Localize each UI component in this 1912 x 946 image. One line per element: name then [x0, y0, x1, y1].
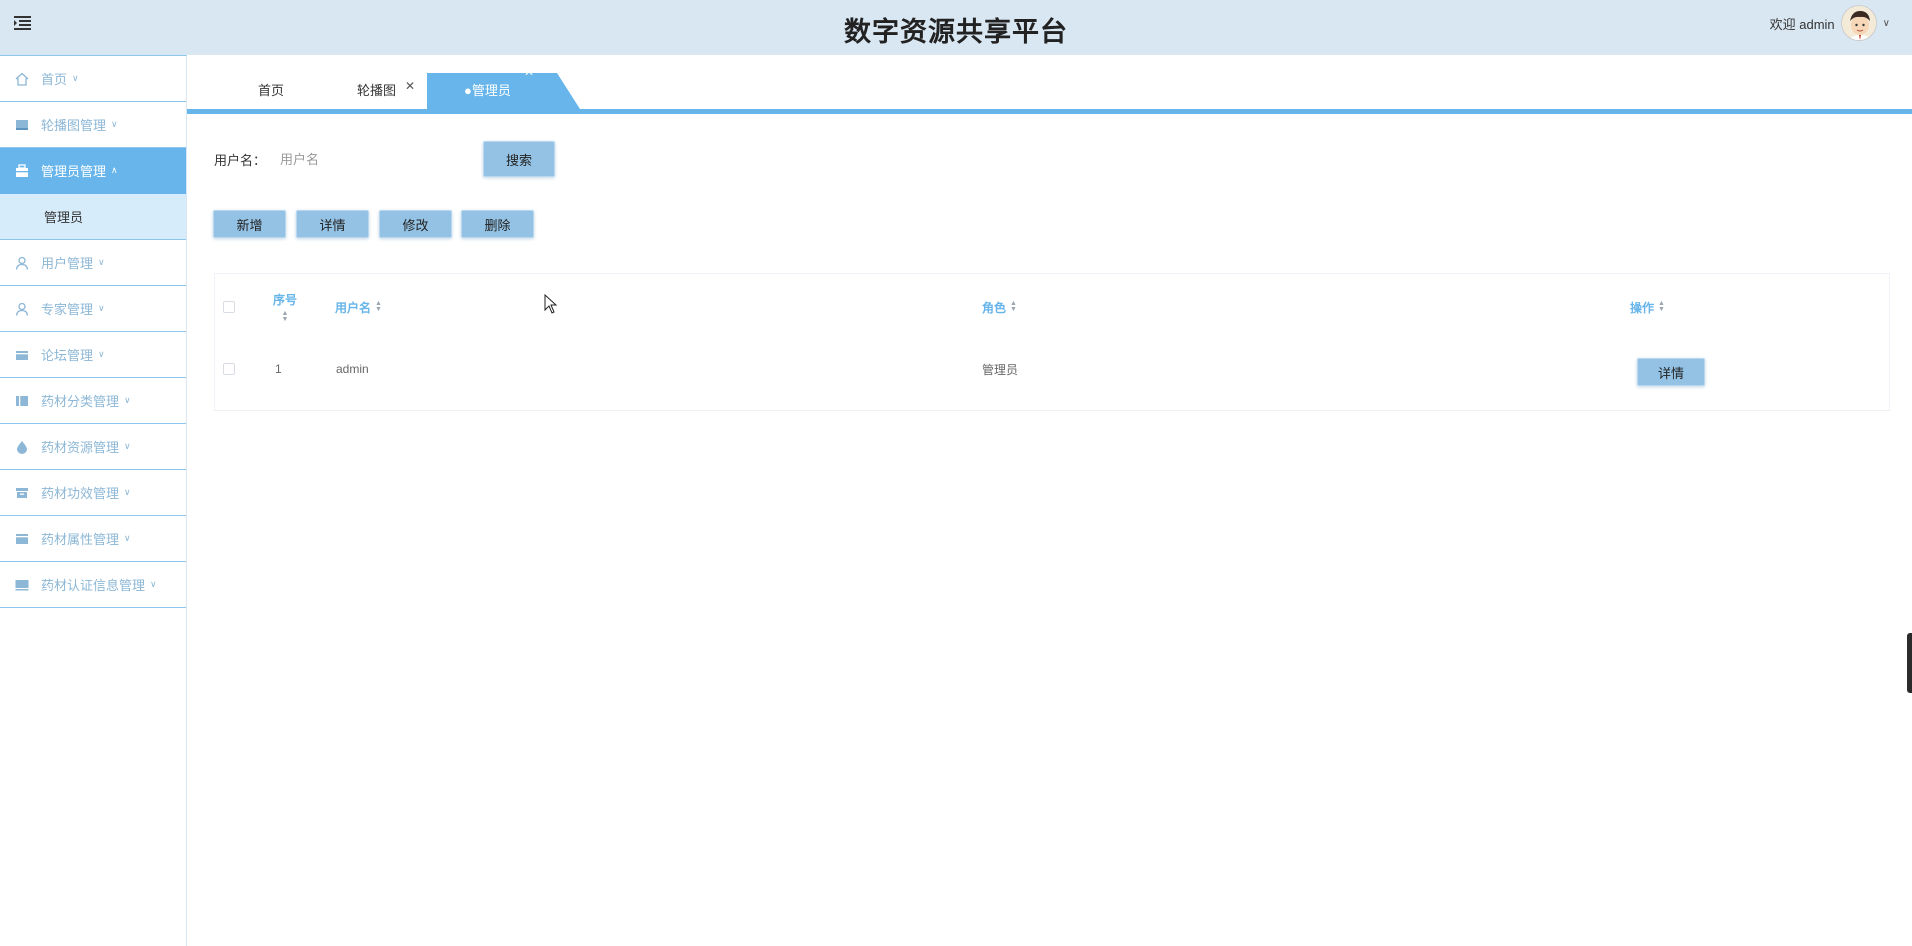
- sidebar-item-home[interactable]: 首页 ∨: [0, 56, 186, 102]
- sidebar-item-label: 管理员管理: [41, 164, 107, 179]
- user-icon: [14, 255, 30, 271]
- edit-button[interactable]: 修改: [379, 210, 452, 238]
- column-header-label: 序号: [273, 293, 298, 307]
- tab-label: ●管理员: [464, 83, 511, 98]
- tab-carousel[interactable]: 轮播图: [357, 73, 396, 109]
- sidebar-item-herb-attributes[interactable]: 药材属性管理 ∨: [0, 516, 186, 562]
- column-header-label: 角色: [982, 300, 1007, 315]
- drop-icon: [14, 439, 30, 455]
- sidebar-item-label: 论坛管理: [41, 348, 94, 363]
- chevron-down-icon: ∨: [124, 533, 131, 543]
- card-icon: [14, 531, 30, 547]
- close-icon[interactable]: ✕: [524, 73, 534, 79]
- monitor-icon: [14, 577, 30, 593]
- column-header-index[interactable]: 序号 ▲ ▼: [273, 274, 297, 340]
- search-button[interactable]: 搜索: [483, 141, 555, 177]
- sidebar-item-carousel[interactable]: 轮播图管理 ∨: [0, 102, 186, 148]
- sidebar-item-label: 药材功效管理: [41, 486, 120, 501]
- column-header-actions[interactable]: 操作 ▲ ▼: [1630, 274, 1665, 340]
- sidebar-item-herb-category[interactable]: 药材分类管理 ∨: [0, 378, 186, 424]
- box-icon: [14, 485, 30, 501]
- close-icon[interactable]: ✕: [405, 79, 415, 93]
- sidebar-item-label: 药材分类管理: [41, 394, 120, 409]
- chevron-down-icon: ∨: [124, 487, 131, 497]
- sidebar-item-herb-resources[interactable]: 药材资源管理 ∨: [0, 424, 186, 470]
- add-button[interactable]: 新增: [213, 210, 286, 238]
- sidebar-item-label: 药材资源管理: [41, 440, 120, 455]
- search-form: 用户名：: [214, 140, 475, 178]
- sort-icon[interactable]: ▲ ▼: [1010, 300, 1017, 313]
- tab-label: 轮播图: [357, 83, 397, 98]
- chevron-down-icon: ∨: [98, 349, 105, 359]
- forum-icon: [14, 347, 30, 363]
- menu-toggle-icon[interactable]: [14, 15, 32, 31]
- sidebar-item-label: 用户管理: [41, 256, 94, 271]
- chevron-down-icon: ∨: [150, 579, 157, 589]
- sidebar-item-label: 首页: [41, 72, 68, 87]
- chevron-down-icon: ∨: [72, 73, 79, 83]
- row-detail-button[interactable]: 详情: [1637, 358, 1705, 386]
- sidebar-item-label: 药材属性管理: [41, 532, 120, 547]
- column-header-label: 操作: [1630, 300, 1655, 315]
- tab-bar: 首页 轮播图 ✕ ●管理员 ✕: [187, 55, 1912, 115]
- sidebar-item-forum[interactable]: 论坛管理 ∨: [0, 332, 186, 378]
- chevron-down-icon: ∨: [111, 119, 118, 129]
- search-label: 用户名：: [214, 152, 267, 168]
- cell-username: admin: [336, 362, 369, 376]
- admin-icon: [14, 163, 30, 179]
- chevron-down-icon: ∨: [98, 303, 105, 313]
- delete-button[interactable]: 删除: [461, 210, 534, 238]
- sidebar-subitem-admin[interactable]: 管理员: [0, 194, 186, 240]
- select-all-checkbox[interactable]: [223, 301, 235, 313]
- tab-home[interactable]: 首页: [258, 73, 284, 109]
- admin-table: 序号 ▲ ▼ 用户名 ▲ ▼ 角色 ▲ ▼ 操作 ▲ ▼ 1 admin 管理员 详情: [214, 273, 1890, 411]
- top-bar: 数字资源共享平台 欢迎 admin ∨: [0, 0, 1912, 55]
- sidebar: 首页 ∨ 轮播图管理 ∨ 管理员管理 ∧ 管理员 用户管理 ∨ 专家管理 ∨ 论…: [0, 55, 187, 946]
- chevron-down-icon: ∨: [124, 441, 131, 451]
- sort-icon[interactable]: ▲ ▼: [375, 300, 382, 313]
- sort-icon[interactable]: ▲ ▼: [1658, 300, 1665, 313]
- chevron-down-icon: ∨: [98, 257, 105, 267]
- sidebar-item-label: 药材认证信息管理: [41, 578, 146, 593]
- sidebar-item-herb-certification[interactable]: 药材认证信息管理 ∨: [0, 562, 186, 608]
- row-checkbox-cell: [223, 354, 235, 384]
- welcome-text: 欢迎 admin: [1769, 16, 1835, 32]
- cell-index: 1: [275, 362, 282, 376]
- app-title: 数字资源共享平台: [844, 17, 1068, 47]
- scrollbar-handle[interactable]: [1907, 633, 1912, 693]
- row-checkbox[interactable]: [223, 363, 235, 375]
- cell-role: 管理员: [982, 362, 1019, 377]
- sidebar-item-users[interactable]: 用户管理 ∨: [0, 240, 186, 286]
- home-icon: [14, 71, 30, 87]
- expert-icon: [14, 301, 30, 317]
- sidebar-item-herb-efficacy[interactable]: 药材功效管理 ∨: [0, 470, 186, 516]
- category-icon: [14, 393, 30, 409]
- avatar[interactable]: [1840, 5, 1877, 41]
- chevron-up-icon: ∧: [111, 165, 118, 175]
- username-search-input[interactable]: [280, 143, 475, 175]
- sidebar-item-label: 轮播图管理: [41, 118, 107, 133]
- tab-admin[interactable]: ●管理员 ✕: [427, 73, 580, 109]
- sort-icon[interactable]: ▲ ▼: [282, 310, 289, 323]
- user-menu[interactable]: 欢迎 admin ∨: [1770, 5, 1890, 41]
- column-header-label: 用户名: [335, 300, 372, 315]
- chevron-down-icon: ∨: [124, 395, 131, 405]
- sidebar-item-admin-management[interactable]: 管理员管理 ∧: [0, 148, 186, 194]
- column-header-username[interactable]: 用户名 ▲ ▼: [335, 274, 382, 340]
- sidebar-item-experts[interactable]: 专家管理 ∨: [0, 286, 186, 332]
- sidebar-item-label: 专家管理: [41, 302, 94, 317]
- carousel-icon: [14, 117, 30, 133]
- chevron-down-icon[interactable]: ∨: [1883, 18, 1890, 29]
- select-all-checkbox-cell: [223, 274, 235, 340]
- detail-button[interactable]: 详情: [296, 210, 369, 238]
- tab-underline: [187, 109, 1912, 114]
- column-header-role[interactable]: 角色 ▲ ▼: [982, 274, 1017, 340]
